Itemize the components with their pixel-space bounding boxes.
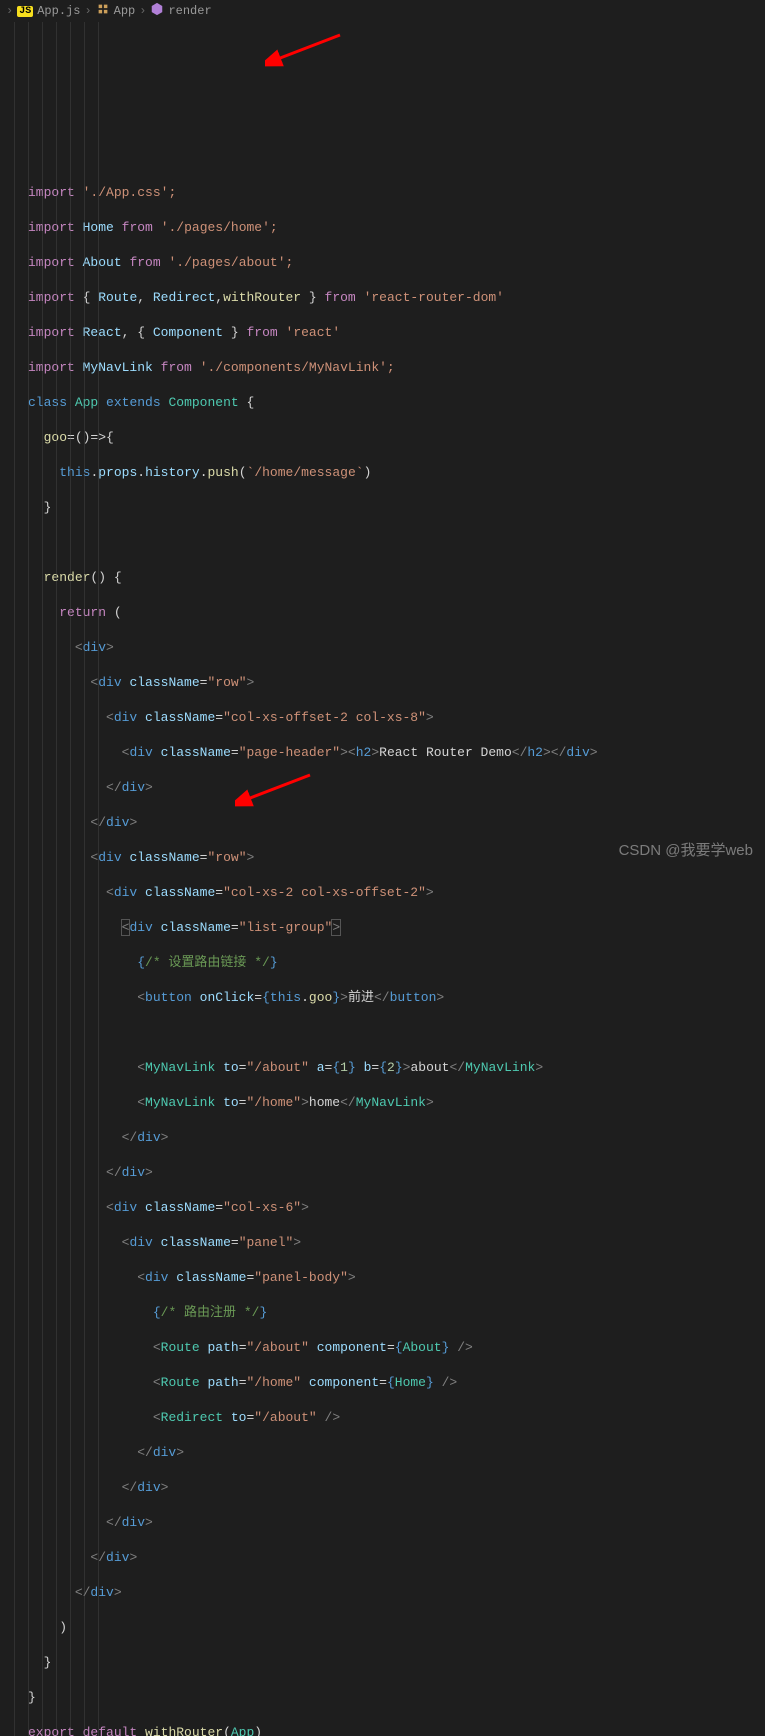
chevron-right-icon: › — [6, 4, 13, 18]
code-line[interactable]: <div className="panel"> — [28, 1234, 765, 1252]
js-file-icon: JS — [17, 6, 33, 17]
code-line[interactable]: </div> — [28, 779, 765, 797]
chevron-right-icon: › — [84, 4, 91, 18]
code-line[interactable]: <div className="row"> — [28, 674, 765, 692]
chevron-right-icon: › — [139, 4, 146, 18]
code-line[interactable]: <div className="col-xs-offset-2 col-xs-8… — [28, 709, 765, 727]
code-line[interactable]: </div> — [28, 1444, 765, 1462]
breadcrumb-method[interactable]: render — [168, 4, 211, 18]
code-line[interactable]: import MyNavLink from './components/MyNa… — [28, 359, 765, 377]
code-line[interactable]: this.props.history.push(`/home/message`) — [28, 464, 765, 482]
code-editor[interactable]: import './App.css'; import Home from './… — [0, 22, 765, 1736]
code-line[interactable] — [28, 534, 765, 552]
code-line[interactable]: </div> — [28, 1129, 765, 1147]
code-line[interactable] — [28, 1024, 765, 1042]
method-icon — [150, 2, 164, 20]
code-line[interactable]: </div> — [28, 1514, 765, 1532]
code-line[interactable]: </div> — [28, 814, 765, 832]
code-line[interactable]: import React, { Component } from 'react' — [28, 324, 765, 342]
code-line[interactable]: class App extends Component { — [28, 394, 765, 412]
code-line[interactable]: </div> — [28, 1549, 765, 1567]
code-line[interactable]: </div> — [28, 1164, 765, 1182]
code-line[interactable]: <Redirect to="/about" /> — [28, 1409, 765, 1427]
code-line[interactable]: {/* 设置路由链接 */} — [28, 954, 765, 972]
breadcrumb-file[interactable]: App.js — [37, 4, 80, 18]
code-line[interactable]: export default withRouter(App) — [28, 1724, 765, 1736]
code-line[interactable]: <button onClick={this.goo}>前进</button> — [28, 989, 765, 1007]
code-line[interactable]: return ( — [28, 604, 765, 622]
breadcrumb: › JS App.js › App › render — [0, 0, 765, 22]
code-line[interactable]: </div> — [28, 1584, 765, 1602]
breadcrumb-class[interactable]: App — [114, 4, 136, 18]
code-line[interactable]: } — [28, 1689, 765, 1707]
code-line[interactable]: {/* 路由注册 */} — [28, 1304, 765, 1322]
code-line[interactable]: <div> — [28, 639, 765, 657]
code-line[interactable]: goo=()=>{ — [28, 429, 765, 447]
code-line[interactable]: render() { — [28, 569, 765, 587]
code-line[interactable]: import Home from './pages/home'; — [28, 219, 765, 237]
code-line[interactable]: <div className="page-header"><h2>React R… — [28, 744, 765, 762]
code-line[interactable]: </div> — [28, 1479, 765, 1497]
code-line[interactable]: } — [28, 1654, 765, 1672]
code-line[interactable]: <div className="list-group"> — [28, 919, 765, 937]
code-line[interactable]: <div className="col-xs-2 col-xs-offset-2… — [28, 884, 765, 902]
code-line[interactable]: import './App.css'; — [28, 184, 765, 202]
code-line[interactable]: <MyNavLink to="/home">home</MyNavLink> — [28, 1094, 765, 1112]
code-line[interactable]: import About from './pages/about'; — [28, 254, 765, 272]
code-line[interactable]: import { Route, Redirect,withRouter } fr… — [28, 289, 765, 307]
code-line[interactable]: <div className="panel-body"> — [28, 1269, 765, 1287]
code-line[interactable]: <Route path="/home" component={Home} /> — [28, 1374, 765, 1392]
class-icon — [96, 2, 110, 20]
code-line[interactable]: <div className="col-xs-6"> — [28, 1199, 765, 1217]
code-line[interactable]: ) — [28, 1619, 765, 1637]
code-line[interactable]: } — [28, 499, 765, 517]
code-line[interactable]: <Route path="/about" component={About} /… — [28, 1339, 765, 1357]
watermark: CSDN @我要学web — [619, 839, 753, 860]
code-line[interactable]: <MyNavLink to="/about" a={1} b={2}>about… — [28, 1059, 765, 1077]
